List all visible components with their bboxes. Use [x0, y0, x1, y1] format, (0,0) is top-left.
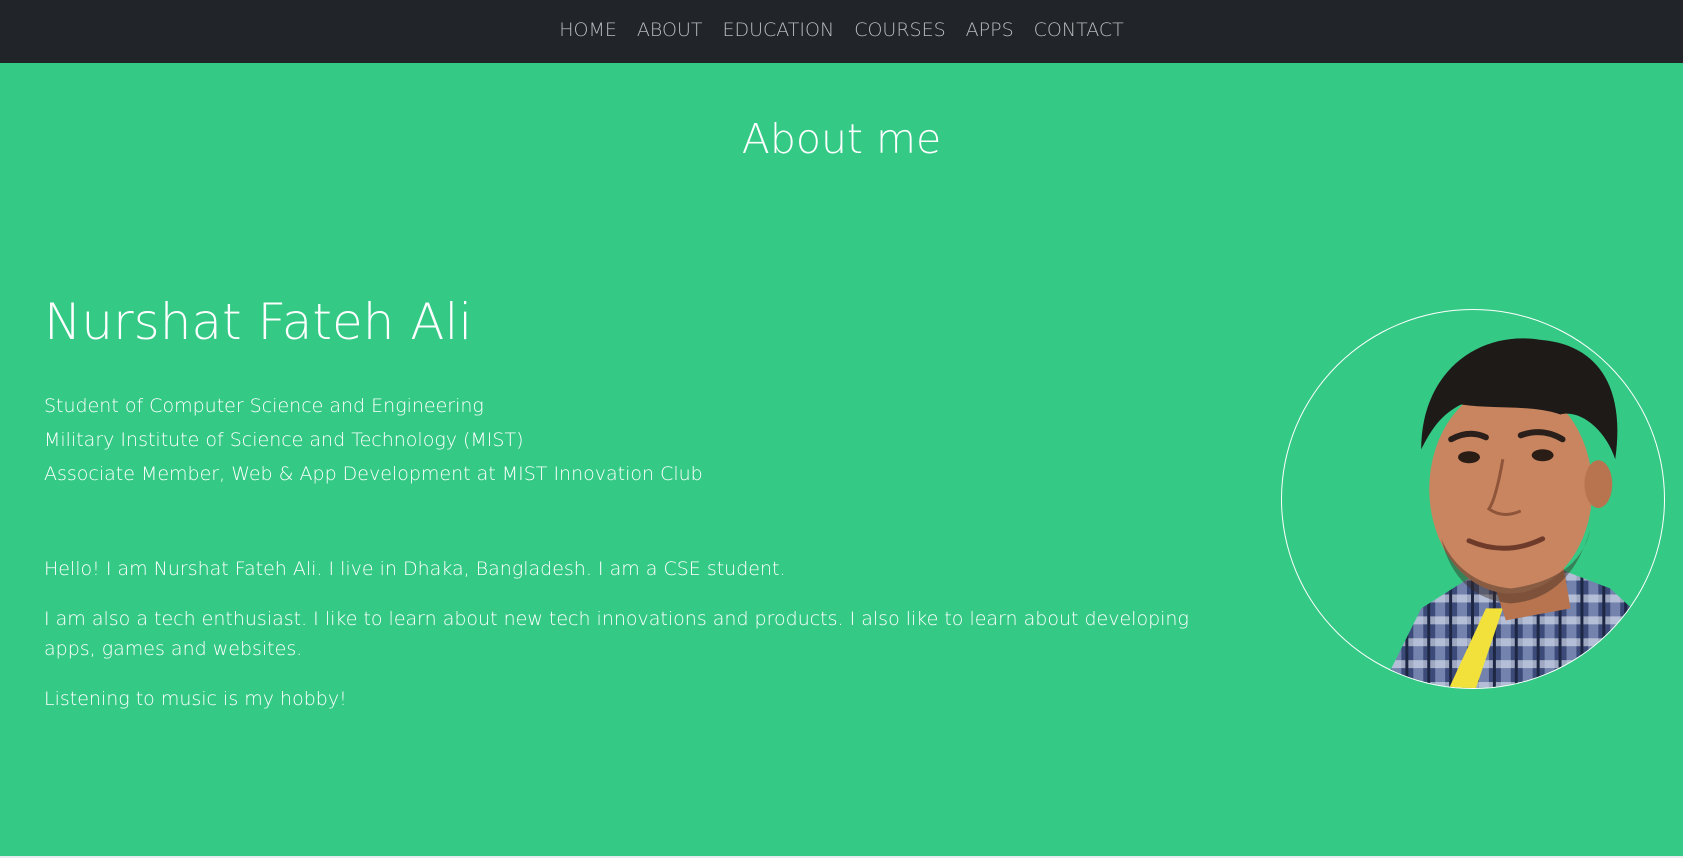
nav-item-education: EDUCATION	[722, 19, 834, 41]
about-section: About me Nurshat Fateh Ali Student of Co…	[0, 63, 1683, 856]
nav-item-courses: COURSES	[854, 19, 945, 41]
bio-paragraph: Hello! I am Nurshat Fateh Ali. I live in…	[44, 558, 786, 580]
nav-list: HOME ABOUT EDUCATION COURSES APPS CONTAC…	[559, 19, 1124, 41]
nav-item-home: HOME	[559, 19, 617, 41]
subtitle-line: Military Institute of Science and Techno…	[44, 429, 524, 451]
profile-photo	[1281, 309, 1665, 689]
portrait-illustration	[1381, 338, 1664, 688]
nav-item-contact: CONTACT	[1034, 19, 1124, 41]
bio-text: Hello! I am Nurshat Fateh Ali. I live in…	[44, 554, 1244, 734]
bio-paragraph: I am also a tech enthusiast. I like to l…	[44, 608, 1189, 660]
nav-link-about[interactable]: ABOUT	[637, 19, 703, 41]
nav-link-education[interactable]: EDUCATION	[722, 19, 834, 41]
nav-item-about: ABOUT	[637, 19, 703, 41]
nav-link-courses[interactable]: COURSES	[854, 19, 945, 41]
profile-name: Nurshat Fateh Ali	[44, 293, 473, 351]
bio-paragraph: Listening to music is my hobby!	[44, 688, 347, 710]
section-title: About me	[741, 115, 942, 163]
subtitle-line: Associate Member, Web & App Development …	[44, 463, 703, 485]
nav-link-home[interactable]: HOME	[559, 19, 617, 41]
subtitle-line: Student of Computer Science and Engineer…	[44, 395, 484, 417]
nav-link-apps[interactable]: APPS	[966, 19, 1014, 41]
profile-subtitles: Student of Computer Science and Engineer…	[44, 389, 703, 491]
nav-item-apps: APPS	[966, 19, 1014, 41]
nav-link-contact[interactable]: CONTACT	[1034, 19, 1124, 41]
top-navbar: HOME ABOUT EDUCATION COURSES APPS CONTAC…	[0, 0, 1683, 63]
